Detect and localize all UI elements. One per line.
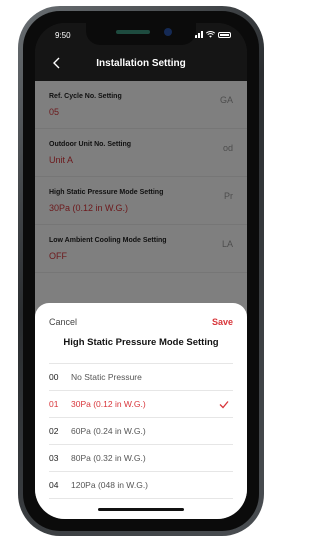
- cancel-button[interactable]: Cancel: [49, 317, 77, 327]
- option-label: No Static Pressure: [71, 372, 142, 382]
- notch: [86, 23, 196, 45]
- option-label: 80Pa (0.32 in W.G.): [71, 453, 146, 463]
- status-time: 9:50: [55, 31, 71, 40]
- option-item-selected[interactable]: 01 30Pa (0.12 in W.G.): [49, 391, 233, 418]
- option-list: 00 No Static Pressure 01 30Pa (0.12 in W…: [49, 363, 233, 499]
- option-label: 30Pa (0.12 in W.G.): [71, 399, 146, 409]
- screen: 9:50 Installation Setting Cancel Save Hi…: [35, 23, 247, 519]
- option-item[interactable]: 03 80Pa (0.32 in W.G.): [49, 445, 233, 472]
- battery-icon: [218, 31, 231, 38]
- option-code: 02: [49, 426, 59, 436]
- wifi-icon: [206, 31, 215, 38]
- option-label: 120Pa (048 in W.G.): [71, 480, 149, 490]
- option-code: 01: [49, 399, 59, 409]
- option-code: 04: [49, 480, 59, 490]
- page-title: Installation Setting: [96, 58, 186, 69]
- option-item[interactable]: 04 120Pa (048 in W.G.): [49, 472, 233, 499]
- nav-bar: Installation Setting: [35, 49, 247, 79]
- save-button[interactable]: Save: [212, 317, 233, 327]
- sheet-title: High Static Pressure Mode Setting: [63, 337, 219, 348]
- status-icons: [192, 31, 231, 38]
- option-item[interactable]: 00 No Static Pressure: [49, 364, 233, 391]
- speaker: [116, 30, 150, 34]
- checkmark-icon: [219, 401, 229, 409]
- home-indicator[interactable]: [98, 508, 184, 511]
- camera: [164, 28, 172, 36]
- phone-bezel: 9:50 Installation Setting Cancel Save Hi…: [23, 11, 259, 531]
- option-code: 03: [49, 453, 59, 463]
- bottom-sheet: Cancel Save High Static Pressure Mode Se…: [35, 303, 247, 519]
- phone-frame: 9:50 Installation Setting Cancel Save Hi…: [18, 6, 264, 536]
- option-label: 60Pa (0.24 in W.G.): [71, 426, 146, 436]
- option-code: 00: [49, 372, 59, 382]
- option-item[interactable]: 02 60Pa (0.24 in W.G.): [49, 418, 233, 445]
